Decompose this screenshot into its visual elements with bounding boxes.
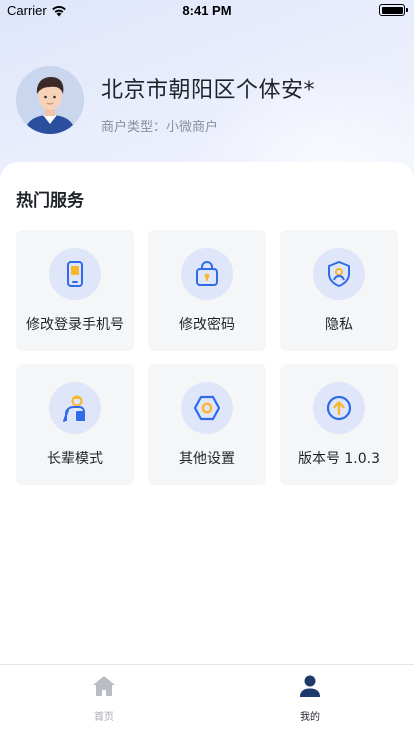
upgrade-icon [326, 395, 352, 421]
service-elder-mode[interactable]: 长辈模式 [16, 364, 134, 485]
avatar-person-icon [16, 66, 84, 134]
shield-icon [328, 261, 350, 287]
icon-badge [181, 382, 233, 434]
services-panel: 热门服务 修改登录手机号 修改密码 隐私 长辈模式 其他设置 版本号 1.0.3 [0, 162, 414, 664]
avatar[interactable] [16, 66, 84, 134]
settings-icon [193, 395, 221, 421]
profile-header: 北京市朝阳区个体安* 商户类型：小微商户 [16, 66, 396, 136]
service-label: 隐私 [325, 317, 353, 333]
icon-badge [49, 382, 101, 434]
service-label: 修改密码 [179, 317, 235, 333]
icon-badge [313, 382, 365, 434]
icon-badge [49, 248, 101, 300]
service-label: 长辈模式 [47, 451, 103, 467]
service-change-phone[interactable]: 修改登录手机号 [16, 230, 134, 351]
phone-icon [67, 261, 83, 287]
home-icon [93, 676, 115, 696]
status-bar: Carrier 8:41 PM [0, 0, 414, 22]
service-label: 修改登录手机号 [26, 317, 124, 333]
merchant-type: 商户类型：小微商户 [101, 120, 219, 135]
service-label: 其他设置 [179, 451, 235, 467]
tab-home-label: 首页 [94, 712, 114, 723]
status-time: 8:41 PM [182, 3, 232, 18]
user-icon [300, 675, 320, 697]
service-label: 版本号 1.0.3 [297, 451, 381, 467]
lock-icon [196, 261, 218, 286]
tab-mine-label: 我的 [300, 712, 320, 723]
section-title: 热门服务 [16, 191, 84, 211]
service-change-password[interactable]: 修改密码 [148, 230, 266, 351]
tab-mine[interactable]: 我的 [250, 673, 370, 729]
battery-icon [379, 4, 408, 16]
icon-badge [313, 248, 365, 300]
service-privacy[interactable]: 隐私 [280, 230, 398, 351]
merchant-name: 北京市朝阳区个体安* [101, 78, 316, 103]
icon-badge [181, 248, 233, 300]
tab-bar: 首页 我的 [0, 664, 414, 736]
service-version[interactable]: 版本号 1.0.3 [280, 364, 398, 485]
elder-icon [63, 395, 85, 422]
tab-home[interactable]: 首页 [44, 673, 164, 729]
service-other-settings[interactable]: 其他设置 [148, 364, 266, 485]
